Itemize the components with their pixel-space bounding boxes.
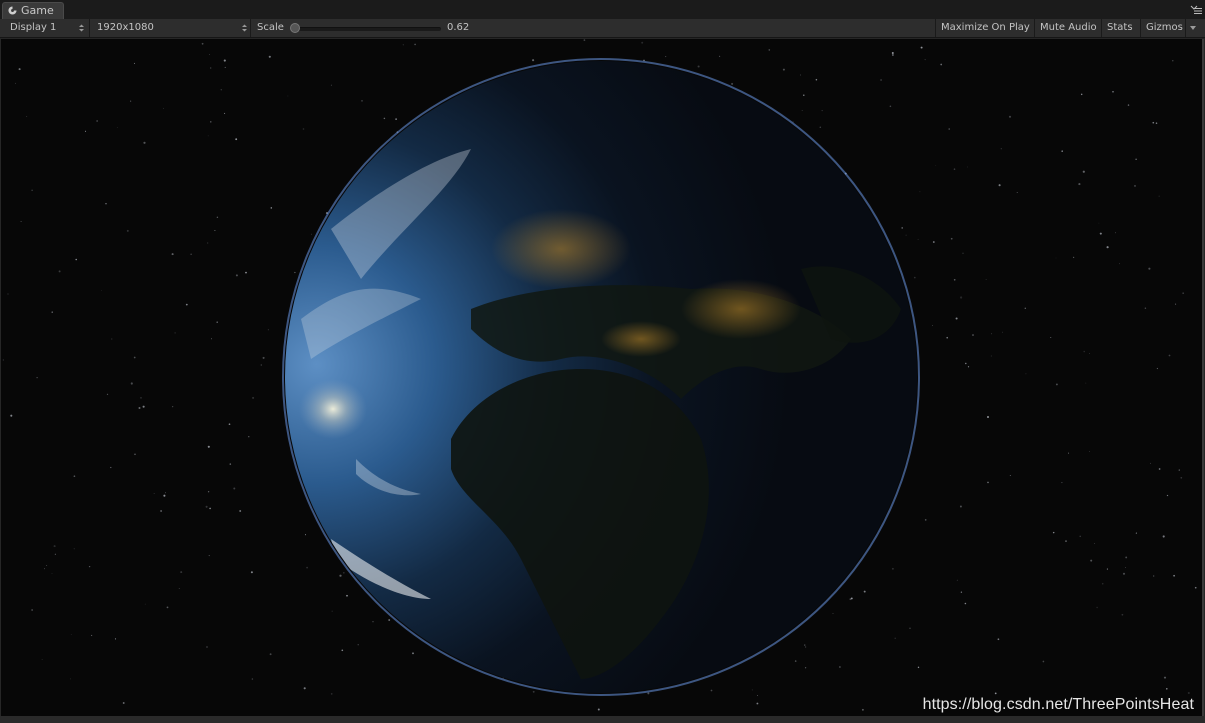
mute-audio-toggle[interactable]: Mute Audio (1034, 19, 1102, 37)
game-toolbar: Display 1 1920x1080 Scale 0.62 Maximize … (0, 19, 1205, 38)
scale-slider-track[interactable] (295, 27, 441, 31)
tab-game[interactable]: Game (2, 2, 64, 19)
tab-bar: Game (0, 0, 1205, 20)
select-arrows-icon (242, 24, 247, 32)
game-window: Game Display 1 1920x1080 Scale 0.62 Maxi… (0, 0, 1205, 723)
display-select-value: Display 1 (10, 22, 57, 33)
window-bottom-border (0, 716, 1205, 723)
stats-toggle[interactable]: Stats (1101, 19, 1138, 37)
select-arrows-icon (79, 24, 84, 32)
gizmos-dropdown[interactable] (1185, 19, 1199, 37)
maximize-on-play-toggle[interactable]: Maximize On Play (935, 19, 1035, 37)
scale-label: Scale (257, 22, 284, 33)
resolution-select-value: 1920x1080 (97, 22, 154, 33)
display-select[interactable]: Display 1 (6, 19, 90, 37)
tab-options-icon[interactable] (1190, 5, 1202, 15)
scale-value: 0.62 (447, 22, 470, 33)
game-controller-icon (8, 6, 17, 15)
gizmos-label: Gizmos (1146, 22, 1183, 33)
resolution-select[interactable]: 1920x1080 (93, 19, 251, 37)
earth-globe (282, 58, 920, 696)
game-viewport[interactable]: https://blog.csdn.net/ThreePointsHeat (1, 39, 1204, 716)
watermark-text: https://blog.csdn.net/ThreePointsHeat (922, 696, 1194, 713)
scale-slider-handle[interactable] (290, 23, 300, 33)
chevron-down-icon (1190, 26, 1196, 30)
tab-label: Game (21, 4, 54, 17)
